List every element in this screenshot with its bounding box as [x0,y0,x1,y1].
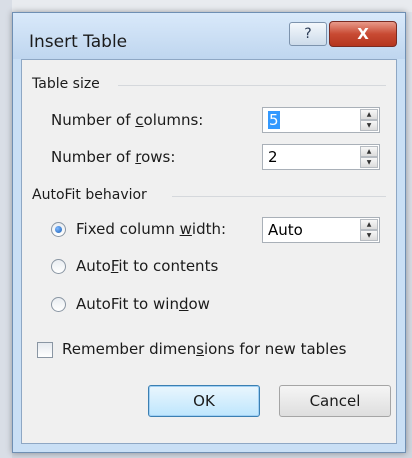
autofit-window-radio[interactable] [51,297,66,312]
spin-down-icon[interactable]: ▼ [360,230,378,241]
radio-selected-dot [55,226,62,233]
spin-down-icon[interactable]: ▼ [360,157,378,168]
autofit-contents-radio[interactable] [51,259,66,274]
spin-down-icon[interactable]: ▼ [360,120,378,131]
rows-spinner[interactable]: 2 ▲ ▼ [262,144,380,170]
fixed-width-radio[interactable] [51,222,66,237]
remember-checkbox[interactable] [37,342,53,358]
background-left-edge [0,0,12,458]
dialog-titlebar[interactable]: Insert Table ? X [13,13,405,59]
spin-up-icon[interactable]: ▲ [360,109,378,120]
spin-up-icon[interactable]: ▲ [360,219,378,230]
autofit-heading: AutoFit behavior [32,187,147,203]
autofit-divider [172,196,386,197]
columns-spinner[interactable]: 5 ▲ ▼ [262,107,380,133]
fixed-width-input[interactable]: Auto [268,221,303,239]
columns-label: Number of columns: [51,111,204,129]
background-toolbar-strip [0,0,412,12]
dialog-body: Table size Number of columns: 5 ▲ ▼ Numb… [21,59,397,444]
fixed-width-label[interactable]: Fixed column width: [76,220,226,238]
rows-spin-buttons: ▲ ▼ [360,146,378,168]
columns-spin-buttons: ▲ ▼ [360,109,378,131]
cancel-button[interactable]: Cancel [279,385,391,417]
close-button[interactable]: X [329,21,397,47]
ok-button[interactable]: OK [148,385,260,417]
rows-input[interactable]: 2 [268,148,278,166]
dialog-title: Insert Table [29,32,128,52]
columns-input[interactable]: 5 [268,111,280,129]
fixed-width-spin-buttons: ▲ ▼ [360,219,378,241]
help-button[interactable]: ? [289,22,327,46]
autofit-window-label[interactable]: AutoFit to window [76,295,210,313]
table-size-divider [118,85,386,86]
rows-label: Number of rows: [51,148,176,166]
fixed-width-spinner[interactable]: Auto ▲ ▼ [262,217,380,243]
table-size-heading: Table size [32,76,100,92]
remember-label[interactable]: Remember dimensions for new tables [62,340,346,358]
spin-up-icon[interactable]: ▲ [360,146,378,157]
insert-table-dialog: Insert Table ? X Table size Number of co… [12,12,406,453]
autofit-contents-label[interactable]: AutoFit to contents [76,257,218,275]
close-icon: X [357,25,369,43]
help-icon: ? [304,26,312,42]
